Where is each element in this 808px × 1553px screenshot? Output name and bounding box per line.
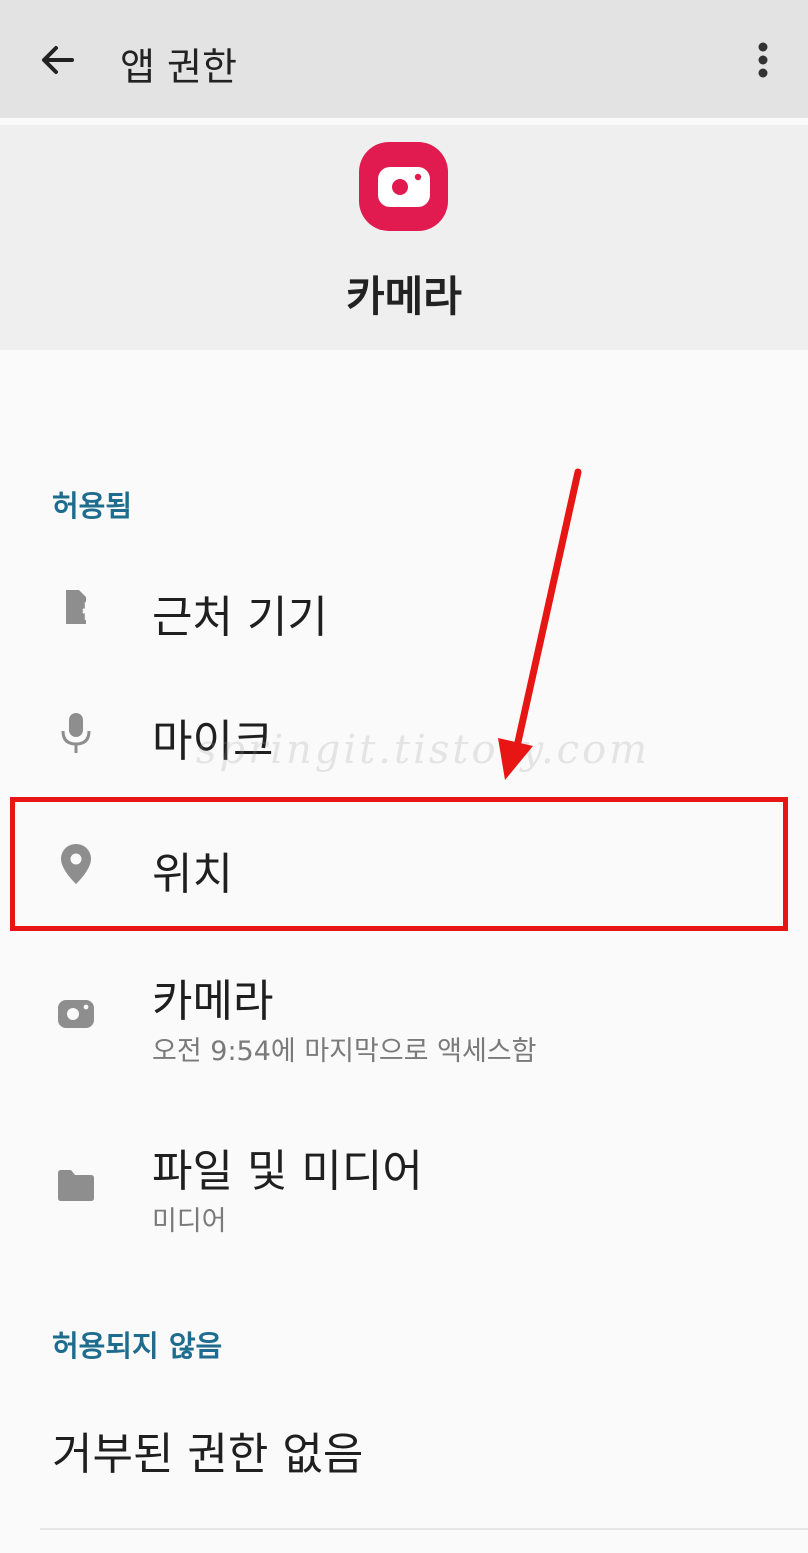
microphone-icon xyxy=(52,709,100,757)
watermark-text: springit.tistory.com xyxy=(196,727,651,773)
permission-item-nearby-devices[interactable]: 근처 기기 xyxy=(0,545,808,675)
permission-title: 근처 기기 xyxy=(152,592,328,643)
section-label-denied: 허용되지 않음 xyxy=(52,1329,223,1363)
divider xyxy=(40,1528,808,1530)
no-denied-permissions-text: 거부된 권한 없음 xyxy=(52,1429,364,1480)
permission-item-files-media[interactable]: 파일 및 미디어 미디어 xyxy=(0,1115,808,1265)
app-header: 카메라 xyxy=(0,125,808,350)
highlight-box xyxy=(10,797,788,931)
permission-title: 카메라 xyxy=(152,976,274,1027)
back-arrow-icon xyxy=(42,46,74,74)
permission-item-camera[interactable]: 카메라 오전 9:54에 마지막으로 액세스함 xyxy=(0,945,808,1095)
camera-icon xyxy=(52,990,100,1038)
more-options-button[interactable] xyxy=(740,30,786,90)
permission-subtitle: 미디어 xyxy=(152,1206,227,1237)
divider xyxy=(0,118,808,125)
section-label-allowed: 허용됨 xyxy=(52,489,133,523)
app-name: 카메라 xyxy=(346,272,462,321)
camera-app-icon xyxy=(359,142,448,231)
permission-subtitle: 오전 9:54에 마지막으로 액세스함 xyxy=(152,1036,537,1067)
more-vert-icon xyxy=(758,42,768,78)
top-app-bar: 앱 권한 xyxy=(0,0,808,118)
folder-icon xyxy=(52,1161,100,1209)
permission-title: 파일 및 미디어 xyxy=(152,1146,423,1197)
page-title: 앱 권한 xyxy=(120,45,237,89)
back-button[interactable] xyxy=(28,30,88,90)
nearby-devices-icon xyxy=(52,583,100,631)
